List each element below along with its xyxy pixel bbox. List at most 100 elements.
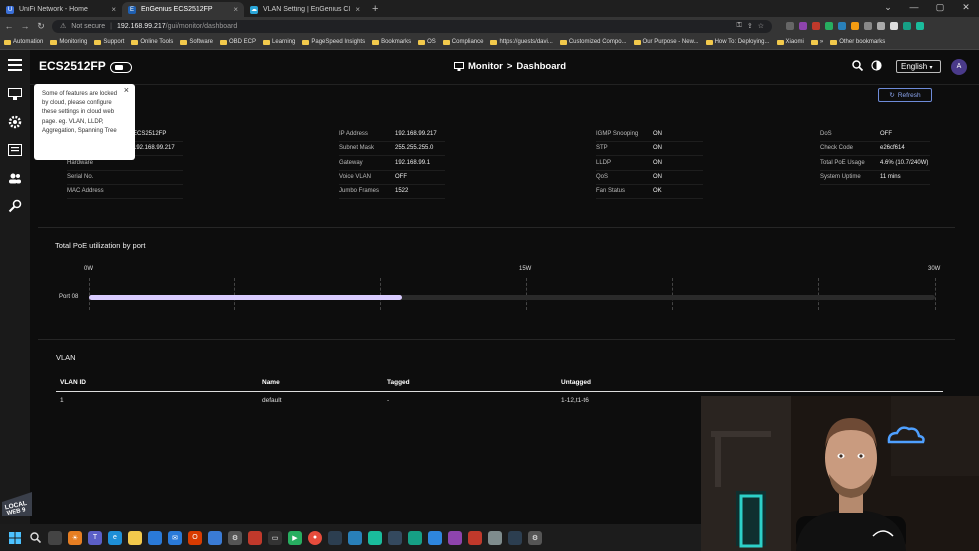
- calendar-icon[interactable]: [148, 530, 162, 545]
- poe-bar: [89, 295, 935, 300]
- chrome-icon[interactable]: ●: [308, 530, 322, 545]
- refresh-button[interactable]: ↻ Refresh: [878, 88, 932, 102]
- extension-icon[interactable]: [812, 22, 820, 30]
- store-icon[interactable]: [208, 530, 222, 545]
- mail-icon[interactable]: ✉: [168, 530, 182, 545]
- bookmark-item[interactable]: Support: [94, 39, 124, 45]
- browser-tab-unifi[interactable]: U UniFi Network - Home ×: [0, 2, 122, 17]
- bookmark-item[interactable]: PageSpeed Insights: [302, 39, 365, 45]
- gear-icon[interactable]: ⚙: [528, 530, 542, 545]
- extension-icon[interactable]: [890, 22, 898, 30]
- breadcrumb-section[interactable]: Monitor: [468, 61, 503, 72]
- side-navigation: [0, 50, 30, 524]
- browser-tab-vlan-setting[interactable]: ☁ VLAN Setting | EnGenius Cloud ×: [244, 2, 366, 17]
- app-icon[interactable]: [408, 530, 422, 545]
- bookmark-item[interactable]: »: [810, 39, 823, 45]
- users-icon[interactable]: [5, 169, 25, 187]
- bookmark-item[interactable]: OBD ECP: [220, 39, 256, 45]
- app-icon[interactable]: [508, 530, 522, 545]
- app-icon[interactable]: [468, 530, 482, 545]
- extension-icon[interactable]: [799, 22, 807, 30]
- bookmark-item[interactable]: Our Purpose - New...: [633, 39, 699, 45]
- close-tab-icon[interactable]: ×: [233, 5, 238, 14]
- extension-icon[interactable]: [838, 22, 846, 30]
- search-icon[interactable]: [852, 60, 863, 71]
- edge-icon[interactable]: e: [108, 530, 122, 545]
- app-icon[interactable]: [388, 530, 402, 545]
- app-icon[interactable]: [328, 530, 342, 545]
- col-tagged[interactable]: Tagged: [383, 377, 557, 392]
- bookmark-item[interactable]: Customized Compo...: [559, 39, 627, 45]
- extension-icon[interactable]: [851, 22, 859, 30]
- col-name[interactable]: Name: [258, 377, 383, 392]
- forward-icon[interactable]: →: [20, 21, 30, 31]
- app-icon[interactable]: [348, 530, 362, 545]
- app-icon[interactable]: [248, 530, 262, 545]
- file-explorer-icon[interactable]: [128, 530, 142, 545]
- breadcrumb: Monitor > Dashboard: [454, 61, 566, 72]
- reload-icon[interactable]: ↻: [36, 21, 46, 32]
- key-icon[interactable]: ⚿: [737, 22, 742, 30]
- minimize-icon[interactable]: —: [901, 0, 927, 14]
- extension-icon[interactable]: [916, 22, 924, 30]
- browser-tab-engenius[interactable]: E EnGenius ECS2512FP ×: [122, 2, 244, 17]
- app-icon[interactable]: [368, 530, 382, 545]
- new-tab-button[interactable]: +: [366, 3, 384, 17]
- monitor-icon[interactable]: [5, 85, 25, 103]
- terminal-icon[interactable]: ▭: [268, 530, 282, 545]
- task-view-icon[interactable]: [48, 530, 62, 545]
- settings-app-icon[interactable]: ⚙: [228, 530, 242, 545]
- row-divider: [67, 183, 183, 185]
- extension-icon[interactable]: [903, 22, 911, 30]
- extension-icon[interactable]: [877, 22, 885, 30]
- share-icon[interactable]: ⇪: [747, 22, 753, 30]
- cell-vlan-id: 1: [60, 397, 64, 404]
- info-value: 192.168.99.217: [133, 145, 175, 152]
- bookmark-item[interactable]: Xiaomi: [776, 39, 804, 45]
- url-input[interactable]: ⚠ Not secure | 192.168.99.217/gui/monito…: [52, 19, 772, 33]
- back-icon[interactable]: ←: [4, 21, 14, 31]
- play-icon[interactable]: ▶: [288, 530, 302, 545]
- close-window-icon[interactable]: ✕: [953, 0, 979, 14]
- row-divider: [596, 183, 703, 185]
- maximize-icon[interactable]: ▢: [927, 0, 953, 14]
- extension-icon[interactable]: [825, 22, 833, 30]
- app-icon[interactable]: [488, 530, 502, 545]
- bookmark-item[interactable]: Bookmarks: [372, 39, 411, 45]
- bookmark-item[interactable]: Compliance: [442, 39, 483, 45]
- teams-icon[interactable]: T: [88, 530, 102, 545]
- bookmark-item[interactable]: Online Tools: [131, 39, 173, 45]
- star-icon[interactable]: ☆: [758, 22, 764, 30]
- avatar[interactable]: A: [951, 59, 967, 75]
- bookmark-item[interactable]: Monitoring: [50, 39, 87, 45]
- col-untagged[interactable]: Untagged: [557, 377, 943, 392]
- app-icon[interactable]: [448, 530, 462, 545]
- bookmark-item[interactable]: Automation: [4, 39, 43, 45]
- logs-icon[interactable]: [5, 141, 25, 159]
- gear-icon[interactable]: [5, 113, 25, 131]
- bookmark-item[interactable]: How To: Deploying...: [705, 39, 770, 45]
- menu-icon[interactable]: [5, 56, 25, 74]
- app-icon[interactable]: [428, 530, 442, 545]
- warning-icon[interactable]: ⚠: [60, 22, 66, 30]
- extension-icon[interactable]: [786, 22, 794, 30]
- col-vlan-id[interactable]: VLAN ID: [56, 377, 258, 392]
- extension-icon[interactable]: [864, 22, 872, 30]
- bookmark-item[interactable]: OS: [418, 39, 436, 45]
- search-icon[interactable]: [28, 531, 42, 545]
- close-tab-icon[interactable]: ×: [111, 5, 116, 14]
- language-select[interactable]: English ▾: [896, 60, 941, 73]
- bookmark-item[interactable]: https://guests/davi...: [490, 39, 553, 45]
- windows-start-icon[interactable]: [8, 531, 22, 545]
- close-tab-icon[interactable]: ×: [355, 5, 360, 14]
- bookmark-item[interactable]: Learning: [263, 39, 295, 45]
- weather-icon[interactable]: ☀: [68, 530, 82, 545]
- close-icon[interactable]: ×: [124, 85, 129, 95]
- theme-toggle-icon[interactable]: [871, 60, 882, 71]
- chevron-down-icon[interactable]: ⌄: [875, 0, 901, 14]
- office-icon[interactable]: O: [188, 530, 202, 545]
- tools-icon[interactable]: [5, 197, 25, 215]
- bookmark-item[interactable]: Other bookmarks: [830, 39, 885, 45]
- row-divider: [820, 183, 930, 185]
- bookmark-item[interactable]: Software: [180, 39, 213, 45]
